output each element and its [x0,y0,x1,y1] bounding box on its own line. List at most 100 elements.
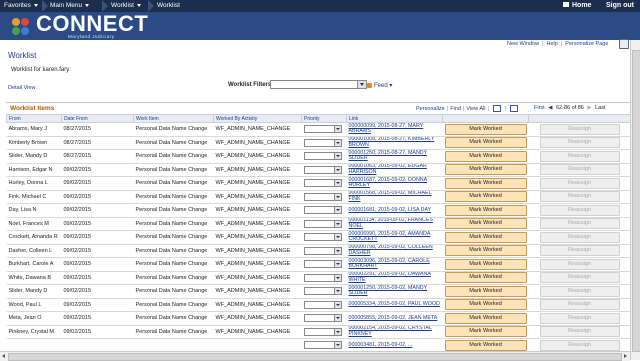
reassign-button[interactable]: Reassign [539,258,620,270]
column-header[interactable]: Priority [301,114,347,123]
worklist-item-link[interactable]: 000001063, 2015-09-02, EDGAR HARRISON [346,163,443,177]
reassign-button[interactable]: Reassign [539,164,620,176]
priority-select[interactable] [303,314,342,323]
reassign-cell: Reassign [528,257,631,272]
vertical-scrollbar-thumb[interactable] [632,50,640,352]
priority-select[interactable] [303,300,342,309]
mark-worked-button[interactable]: Mark Worked [444,164,527,176]
column-header[interactable]: Worked By Activity [213,114,302,123]
vertical-scrollbar[interactable] [630,40,640,360]
column-header[interactable]: Work Item [133,114,214,123]
new-window-link[interactable]: New Window [507,41,539,47]
worklist-item-link[interactable]: 000001681, 2015-09-02, LISA DAY [346,203,443,218]
reassign-button[interactable]: Reassign [539,272,620,284]
reassign-button[interactable]: Reassign [539,150,620,162]
mark-worked-button[interactable]: Mark Worked [444,123,527,135]
mark-worked-button[interactable]: Mark Worked [444,231,527,243]
reassign-button[interactable]: Reassign [539,285,620,297]
scroll-right-icon[interactable] [624,354,627,358]
favorites-menu[interactable]: Favorites [4,0,38,12]
mark-worked-button[interactable]: Mark Worked [444,204,527,216]
priority-select[interactable] [303,287,342,296]
reassign-button[interactable]: Reassign [539,245,620,257]
reassign-button[interactable]: Reassign [539,299,620,311]
page-help-icon[interactable] [619,39,629,49]
reassign-button[interactable]: Reassign [539,231,620,243]
home-link[interactable]: Home [563,0,591,12]
priority-select[interactable] [303,206,342,215]
priority-select[interactable] [303,125,342,134]
mark-worked-button[interactable]: Mark Worked [444,299,527,311]
column-header[interactable]: From [6,114,62,123]
mark-worked-button[interactable]: Mark Worked [444,177,527,189]
reassign-button[interactable]: Reassign [539,177,620,189]
worklist-item-link[interactable]: 000000099, 2015-08-27, MARY ABRAMS [346,122,443,137]
reassign-button[interactable]: Reassign [539,137,620,149]
priority-select[interactable] [303,192,342,201]
grid-view-all-link[interactable]: View All [466,106,485,112]
worklist-item-link[interactable]: 000002154, 2015-09-02, CRYSTAL PINKNEY [346,325,443,339]
grid-find-link[interactable]: Find [450,106,461,112]
priority-select[interactable] [303,260,342,269]
personalize-page-link[interactable]: Personalize Page [565,41,608,47]
mark-worked-button[interactable]: Mark Worked [444,191,527,203]
reassign-button[interactable]: Reassign [539,218,620,230]
connect-logo-icon [12,18,29,35]
worklist-item-link[interactable]: 000003096, 2015-09-02, CAROLE BURKHART [346,257,443,272]
priority-select[interactable] [303,179,342,188]
detail-view-link[interactable]: Detail View [8,85,35,91]
worklist-filters-select[interactable] [270,80,367,89]
priority-select[interactable] [303,219,342,228]
mark-worked-button[interactable]: Mark Worked [444,150,527,162]
reassign-button[interactable]: Reassign [539,312,620,324]
priority-select[interactable] [303,138,342,147]
pager-next-icon[interactable]: ▶ [587,105,591,111]
scroll-left-icon[interactable] [2,354,5,358]
worklist-item-link[interactable]: 000003481, 2015-09-02, ... [346,338,443,353]
reassign-button[interactable]: Reassign [539,123,620,135]
worklist-item-link[interactable]: 000001687, 2015-09-02, DONNA HURLEY [346,176,443,191]
help-link[interactable]: Help [547,41,558,47]
worklist-item-link[interactable]: 000005334, 2015-09-02, PAUL WOOD [346,298,443,312]
worklist-item-link[interactable]: 000001134, 2015-09-02, FRANCES NOEL [346,217,443,231]
priority-select[interactable] [303,165,342,174]
reassign-button[interactable]: Reassign [539,339,620,351]
column-header[interactable]: Date From [61,114,134,123]
worklist-item-link[interactable]: 000001250, 2015-09-02, MANDY SLIDER [346,284,443,299]
priority-select[interactable] [303,273,342,282]
home-label: Home [572,2,592,9]
mark-worked-button[interactable]: Mark Worked [444,285,527,297]
mark-worked-button[interactable]: Mark Worked [444,312,527,324]
feed-menu[interactable]: Feed ▾ [367,82,392,89]
priority-select[interactable] [303,246,342,255]
mark-worked-button[interactable]: Mark Worked [444,245,527,257]
priority-select[interactable] [303,327,342,336]
reassign-cell: Reassign [528,284,631,299]
worklist-item-link[interactable]: 000000798, 2015-09-02, COLLEEN DASHER [346,244,443,258]
reassign-button[interactable]: Reassign [539,191,620,203]
worklist-item-link[interactable]: 000005855, 2015-09-02, JEAN META [346,311,443,326]
download-grid-icon[interactable] [510,105,519,112]
priority-select[interactable] [303,152,342,161]
sign-out-link[interactable]: Sign out [606,0,634,12]
worklist-item-link[interactable]: 000002291, 2015-09-02, DAWANA WHITE [346,271,443,285]
worklist-item-link[interactable]: 000006990, 2015-09-02, AMANDA CROCKETT [346,230,443,245]
mark-worked-button[interactable]: Mark Worked [444,137,527,149]
priority-select[interactable] [303,341,342,350]
mark-worked-button[interactable]: Mark Worked [444,339,527,351]
mark-worked-button[interactable]: Mark Worked [444,326,527,338]
mark-worked-button[interactable]: Mark Worked [444,258,527,270]
worklist-item-link[interactable]: 000001008, 2015-08-27, KIMBERLY BROWN [346,136,443,150]
worklist-item-link[interactable]: 000001250, 2015-08-27, MANDY SLIDER [346,149,443,164]
pager-first-link[interactable]: First [534,105,545,111]
worklist-item-link[interactable]: 000001568, 2015-09-02, MICHAEL FINK [346,190,443,204]
column-header[interactable]: Link [346,114,443,123]
grid-personalize-link[interactable]: Personalize [416,106,445,112]
mark-worked-button[interactable]: Mark Worked [444,218,527,230]
reassign-button[interactable]: Reassign [539,204,620,216]
pager-prev-icon[interactable]: ◀ [548,105,552,111]
mark-worked-button[interactable]: Mark Worked [444,272,527,284]
zoom-grid-icon[interactable] [492,105,501,112]
reassign-button[interactable]: Reassign [539,326,620,338]
priority-select[interactable] [303,233,342,242]
